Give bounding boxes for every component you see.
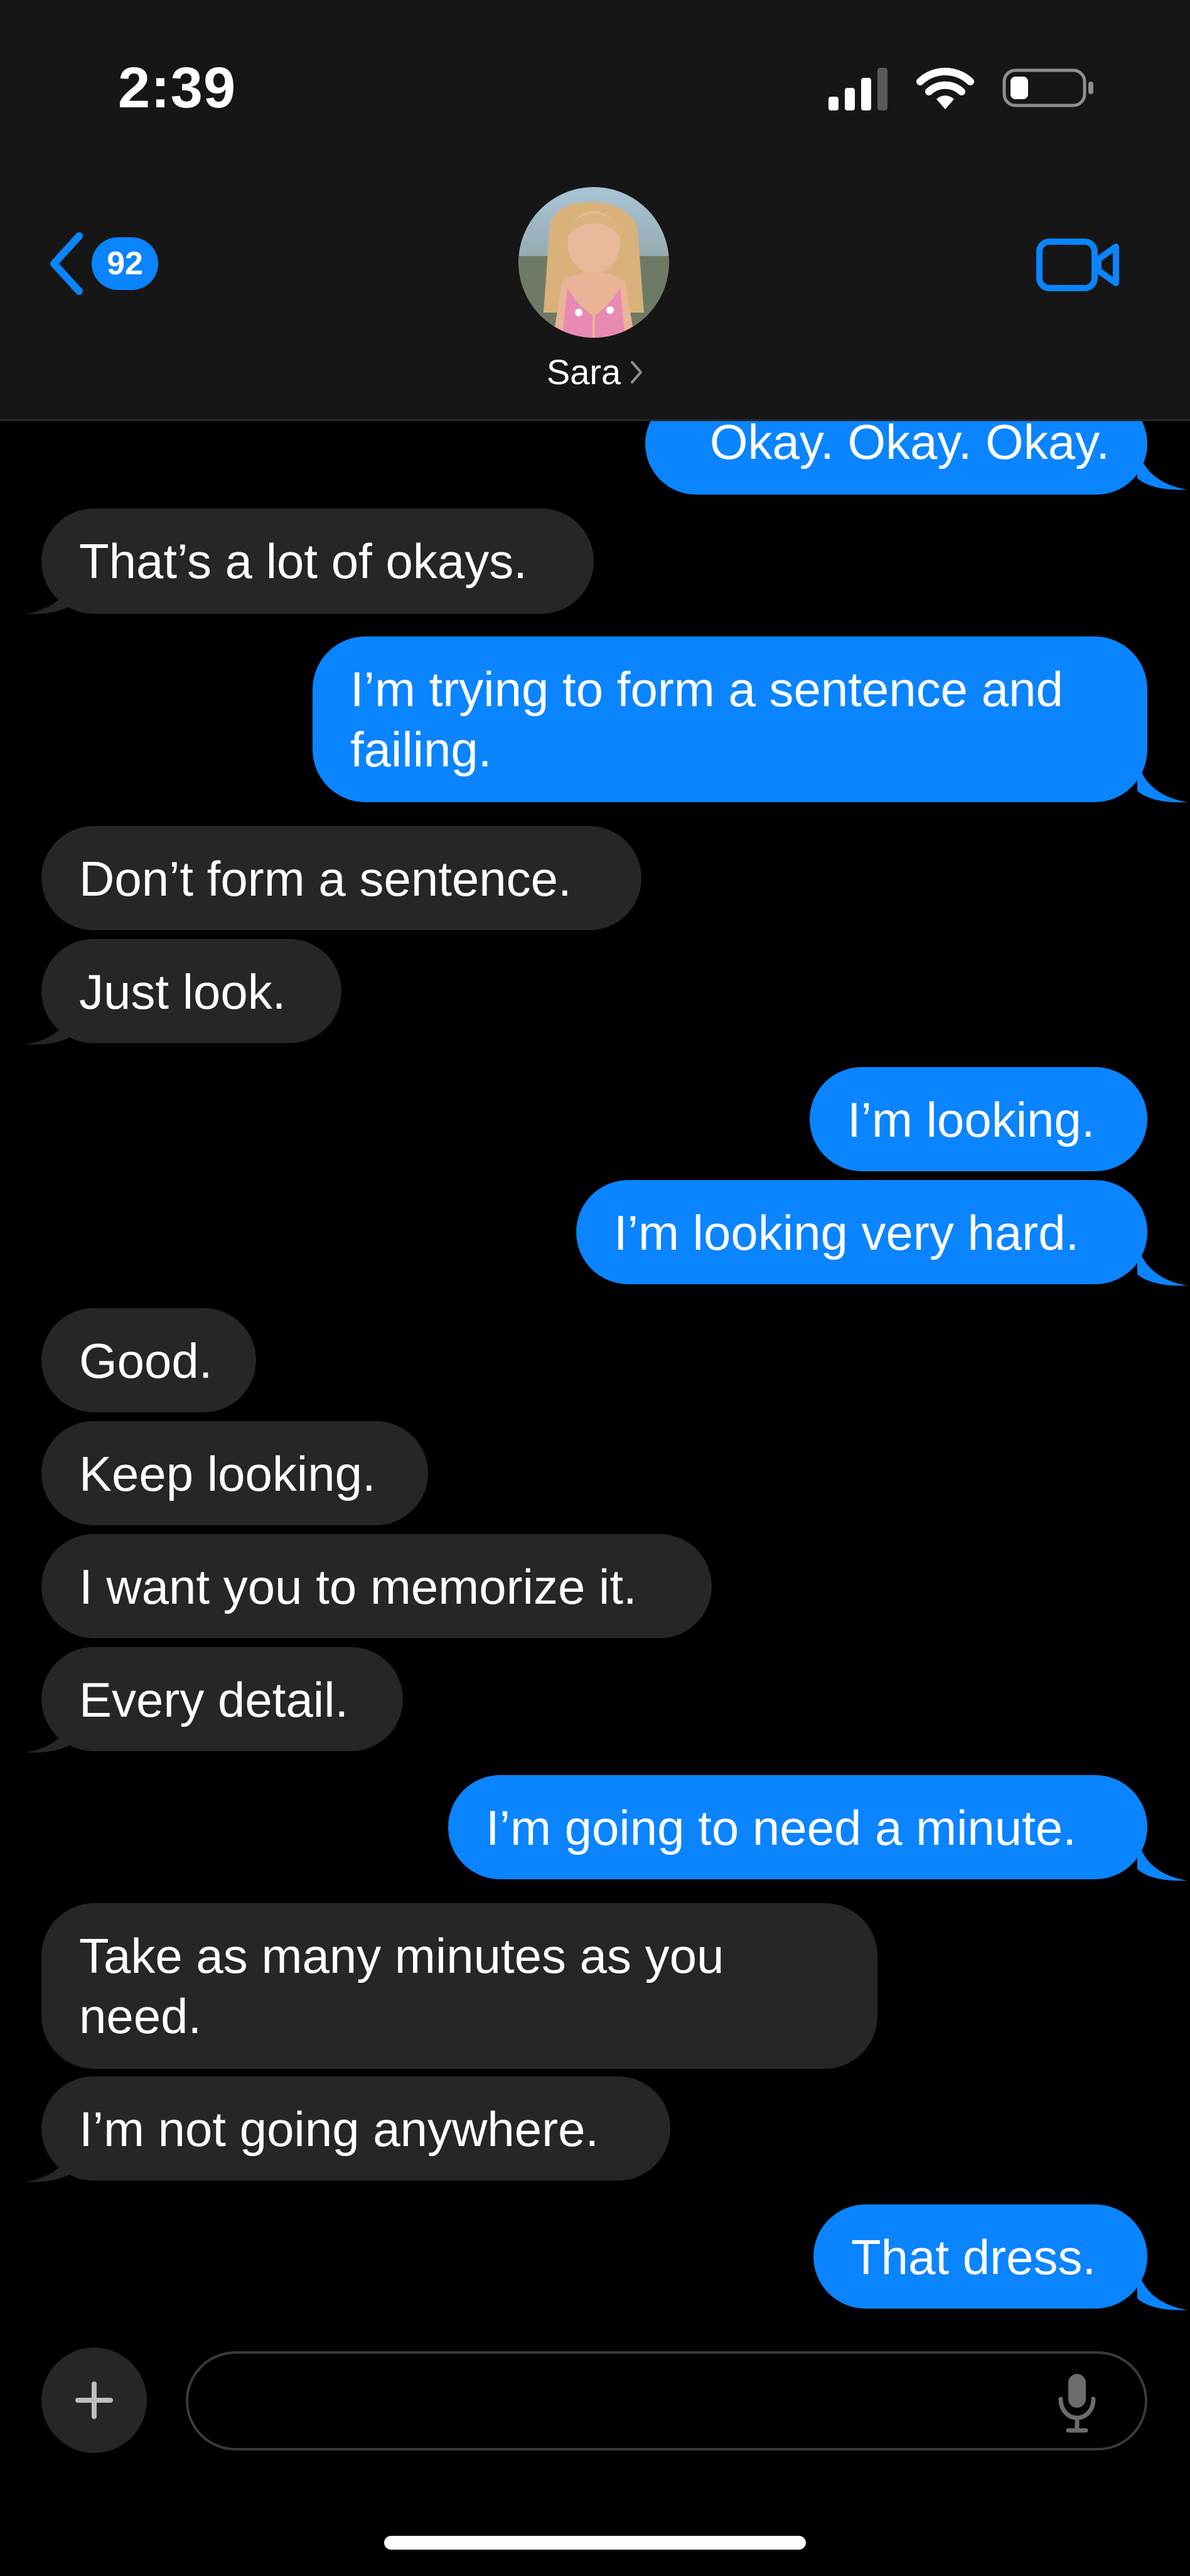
bubble-tail (1137, 759, 1187, 803)
microphone-icon[interactable] (1054, 2371, 1100, 2434)
status-time: 2:39 (118, 56, 237, 120)
message-bubble-incoming[interactable]: I’m not going anywhere. (41, 2076, 670, 2181)
home-indicator (384, 2536, 806, 2550)
conversation-header: 2:39 92 Sara (0, 0, 1190, 421)
message-bubble-incoming[interactable]: That’s a lot of okays. (41, 508, 594, 614)
unread-count-badge: 92 (92, 237, 158, 290)
message-bubble-incoming[interactable]: Keep looking. (41, 1421, 428, 1525)
cellular-signal-icon (828, 68, 887, 110)
video-camera-icon[interactable] (1036, 235, 1121, 294)
message-bubble-outgoing[interactable]: That dress. (813, 2204, 1147, 2309)
contact-name-button[interactable]: Sara (0, 352, 1190, 392)
contact-name: Sara (546, 352, 621, 392)
message-bubble-incoming[interactable]: I want you to memorize it. (41, 1534, 712, 1638)
wifi-icon (916, 68, 974, 109)
message-bubble-outgoing[interactable]: I’m looking. (810, 1067, 1147, 1171)
contact-avatar[interactable] (518, 187, 669, 338)
message-bubble-incoming[interactable]: Don’t form a sentence. (41, 826, 641, 930)
message-bubble-outgoing[interactable]: I’m looking very hard. (576, 1180, 1147, 1284)
message-input[interactable] (186, 2351, 1147, 2450)
message-bubble-outgoing[interactable]: I’m going to need a minute. (448, 1775, 1147, 1879)
plus-button[interactable] (41, 2348, 147, 2453)
message-bubble-incoming[interactable]: Every detail. (41, 1647, 403, 1751)
status-icons (826, 63, 1096, 113)
bubble-tail (1137, 1838, 1187, 1881)
back-button[interactable]: 92 (48, 226, 158, 301)
message-bubble-incoming[interactable]: Good. (41, 1308, 256, 1412)
battery-icon (1002, 68, 1093, 107)
plus-icon (75, 2381, 113, 2419)
bubble-tail (1137, 1243, 1187, 1286)
bubble-tail (1137, 2267, 1187, 2310)
message-bubble-outgoing[interactable]: I’m trying to form a sentence and failin… (313, 636, 1147, 802)
message-bubble-incoming[interactable]: Just look. (41, 939, 341, 1043)
message-bubble-incoming[interactable]: Take as many minutes as you need. (41, 1903, 877, 2069)
chevron-right-icon (631, 360, 643, 384)
chevron-left-icon (50, 232, 83, 295)
